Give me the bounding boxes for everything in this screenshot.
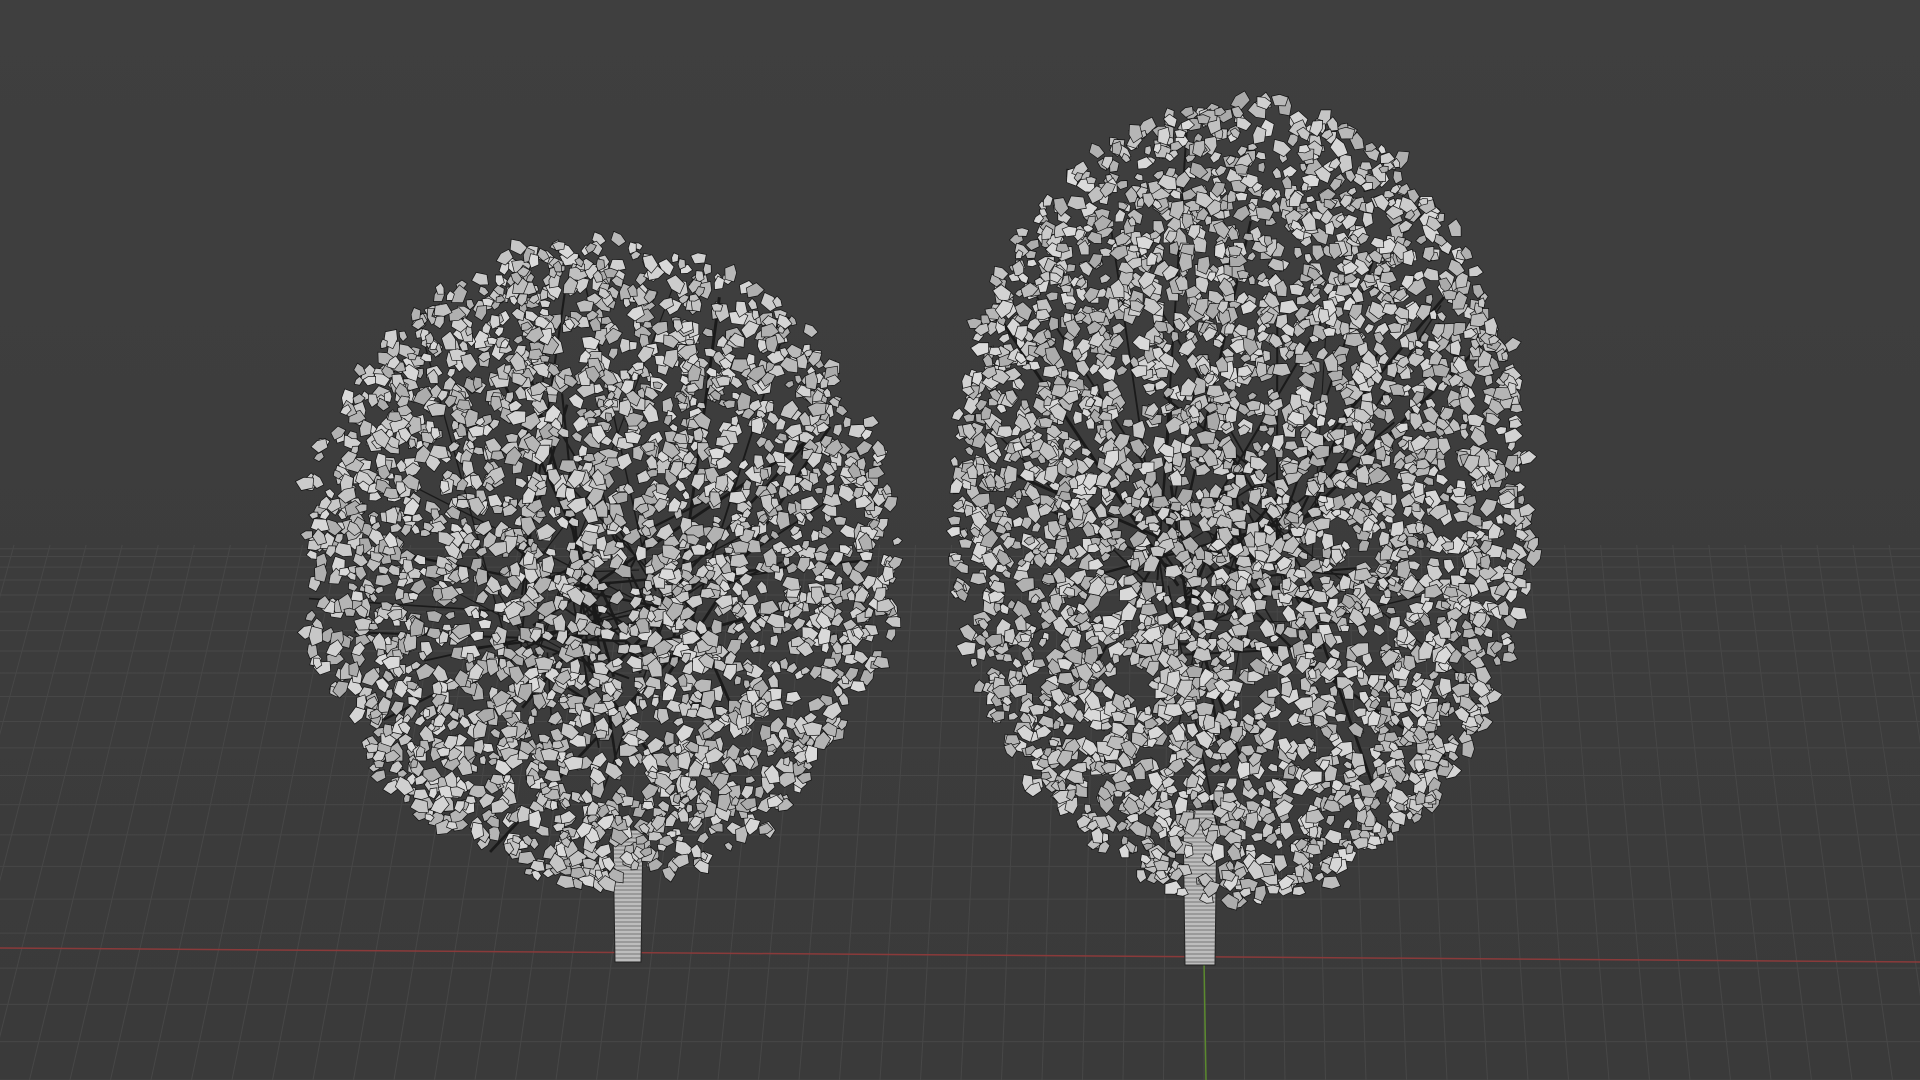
leaf	[1422, 376, 1439, 393]
leaf	[610, 230, 627, 247]
leaf	[1271, 166, 1282, 179]
leaf	[681, 489, 691, 501]
leaf	[515, 477, 528, 489]
leaf	[803, 323, 819, 338]
leaf	[804, 512, 815, 523]
leaf	[1232, 204, 1251, 222]
leaf	[1281, 604, 1298, 623]
leaf	[1254, 151, 1267, 160]
leaf	[785, 690, 802, 703]
leaf	[794, 374, 803, 385]
leaf	[1468, 265, 1484, 278]
leaf	[547, 710, 563, 726]
leaf	[431, 664, 449, 684]
leaf	[353, 362, 367, 377]
leaf	[1443, 558, 1456, 574]
leaf	[444, 611, 456, 621]
leaf	[800, 666, 811, 676]
leaf	[479, 754, 487, 765]
leaf	[737, 459, 749, 470]
leaf	[1246, 251, 1257, 262]
leaf	[426, 610, 443, 623]
leaf	[747, 297, 758, 311]
leaf	[1162, 595, 1173, 607]
leaf	[398, 330, 408, 342]
leaf	[813, 487, 824, 495]
leaf	[885, 628, 897, 642]
leaf	[1115, 365, 1129, 377]
leaf	[1088, 142, 1106, 159]
leaf	[945, 526, 961, 538]
leaf	[646, 737, 666, 755]
leaf	[313, 451, 325, 462]
leaf	[1293, 247, 1303, 260]
leaf	[1479, 498, 1498, 518]
3d-viewport[interactable]	[0, 0, 1920, 1080]
leaf	[368, 593, 378, 604]
leaf	[478, 285, 490, 297]
tree-right	[945, 90, 1543, 966]
leaf	[745, 775, 756, 784]
leaf	[1266, 762, 1278, 773]
leaf	[469, 630, 484, 642]
leaf	[855, 440, 874, 457]
leaf	[1225, 777, 1238, 792]
tree-left	[294, 230, 904, 963]
leaf	[1144, 145, 1152, 156]
leaf	[784, 380, 795, 389]
leaf	[1425, 293, 1434, 305]
tree-objects[interactable]	[0, 0, 1920, 1080]
leaf	[1372, 623, 1386, 636]
leaf	[696, 831, 710, 844]
leaf	[723, 841, 734, 852]
leaf	[756, 580, 768, 595]
leaf	[1111, 322, 1126, 335]
leaf	[892, 536, 903, 546]
leaf	[512, 335, 524, 345]
leaf	[1325, 814, 1335, 827]
leaf	[621, 524, 632, 536]
leaf	[769, 634, 779, 648]
leaf	[1282, 165, 1298, 179]
leaf	[1133, 173, 1144, 181]
